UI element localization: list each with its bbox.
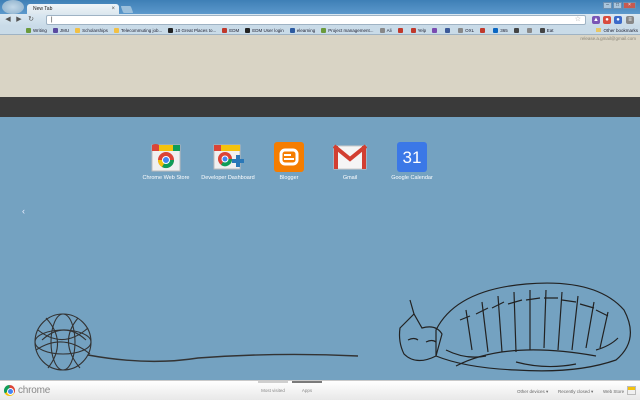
gmail-icon [332,142,368,172]
bookmark-item[interactable]: elearning [288,26,318,34]
back-icon[interactable]: ◀ [4,16,12,24]
folder-icon [596,28,602,32]
calendar-icon: 31 [395,142,429,172]
bookmark-favicon-icon [513,27,519,33]
app-label: Gmail [342,175,358,181]
bookmark-item[interactable] [443,26,454,34]
developer-dashboard-icon [211,142,245,172]
bookmark-item[interactable]: Telecommuting job... [112,26,164,34]
tab-close-icon[interactable]: × [111,4,115,14]
bookmark-item[interactable]: EDM User login [243,26,286,34]
bookmark-favicon-icon [493,27,499,33]
web-store-link[interactable]: Web Store [603,389,624,394]
chrome-wordmark: chrome [18,385,51,396]
bookmark-item[interactable]: JMU [51,26,71,34]
signed-in-user[interactable]: release.a.gmail@gmail.com [580,36,636,41]
bookmark-favicon-icon [52,27,58,33]
bookmark-favicon-icon [445,27,451,33]
bookmark-item[interactable]: OXL [456,26,476,34]
app-label: Google Calendar [391,175,433,181]
bookmark-favicon-icon [539,27,545,33]
theme-band: release.a.gmail@gmail.com [0,35,640,97]
app-developer-dashboard[interactable]: Developer Dashboard [198,142,258,181]
theme-dark-bar [0,97,640,117]
bookmark-favicon-icon [168,27,174,33]
address-bar[interactable]: | ☆ [46,15,586,25]
bookmark-item[interactable]: Scholarships [73,26,110,34]
app-label: Developer Dashboard [201,175,255,181]
bookmark-item[interactable] [525,26,536,34]
tab-apps[interactable]: Apps [292,381,322,393]
bookmark-favicon-icon [410,27,416,33]
reload-icon[interactable]: ↻ [27,16,35,24]
bookmark-favicon-icon [75,27,81,33]
web-store-icon[interactable] [627,386,636,395]
bookmark-favicon-icon [480,27,486,33]
theme-logo-icon [2,0,24,14]
bookmark-favicon-icon [321,27,327,33]
bookmark-favicon-icon [458,27,464,33]
bookmark-favicon-icon [222,27,228,33]
bookmark-item[interactable]: Ali [378,26,394,34]
bookmark-favicon-icon [113,27,119,33]
extension-icon[interactable]: ▲ [592,16,600,24]
bookmark-favicon-icon [289,27,295,33]
sleeping-cat-illustration [398,282,631,372]
app-chrome-web-store[interactable]: Chrome Web Store [136,142,196,181]
bookmark-item[interactable]: Writing [24,26,49,34]
extension-icon[interactable]: ● [614,16,622,24]
bookmark-item[interactable] [512,26,523,34]
chrome-logo-icon [4,385,15,396]
new-tab-button[interactable] [120,6,134,13]
wrench-icon[interactable]: ≡ [626,16,634,24]
bookmark-favicon-icon [379,27,385,33]
previous-page-icon[interactable]: ‹ [22,206,25,216]
window-controls: – □ × [603,2,636,9]
forward-icon[interactable]: ▶ [15,16,23,24]
tab-title: New Tab [33,6,53,12]
app-gmail[interactable]: Gmail [320,142,380,181]
star-icon[interactable]: ☆ [575,16,581,24]
bookmark-item[interactable]: Yelp [409,26,429,34]
blogger-icon [272,142,306,172]
bookmark-item[interactable]: Eat [538,26,556,34]
tab-new-tab[interactable]: New Tab × [27,4,119,14]
bookmark-item[interactable]: 10 Great Places to... [166,26,218,34]
calendar-day: 31 [397,142,427,172]
chrome-brand: chrome [4,385,50,396]
app-label: Chrome Web Store [142,175,190,181]
yarn-ball-illustration [34,313,359,371]
other-devices-menu[interactable]: Other devices ▾ [517,389,548,395]
minimize-button[interactable]: – [603,2,612,9]
maximize-button[interactable]: □ [613,2,622,9]
chrome-web-store-icon [149,142,183,172]
extension-icon[interactable]: ● [603,16,611,24]
bookmark-favicon-icon [432,27,438,33]
ntp-footer: chrome Most visited Apps Other devices ▾… [0,380,640,400]
app-label: Blogger [279,175,299,181]
bookmark-favicon-icon [397,27,403,33]
recently-closed-menu[interactable]: Recently closed ▾ [558,389,593,395]
bookmark-item[interactable]: 365 [491,26,510,34]
bookmark-favicon-icon [526,27,532,33]
bookmarks-bar: Writing JMU Scholarships Telecommuting j… [0,26,640,35]
tab-most-visited[interactable]: Most visited [258,381,288,393]
other-bookmarks[interactable]: Other bookmarks [596,26,638,34]
close-window-button[interactable]: × [623,2,636,9]
bookmark-favicon-icon [245,27,251,33]
app-google-calendar[interactable]: 31 Google Calendar [382,142,442,181]
bookmark-item[interactable] [396,26,407,34]
bookmark-item[interactable]: EDM [220,26,241,34]
bookmark-item[interactable] [430,26,441,34]
app-blogger[interactable]: Blogger [259,142,319,181]
toolbar: ◀ ▶ ↻ | ☆ ▲ ● ● ≡ [0,14,640,26]
bookmark-item[interactable]: Project management... [319,26,375,34]
bookmark-item[interactable] [478,26,489,34]
bookmark-favicon-icon [26,27,31,33]
